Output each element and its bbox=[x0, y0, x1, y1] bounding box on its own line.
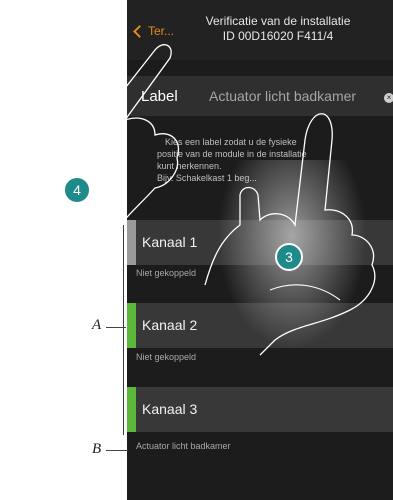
channel-status: Actuator licht badkamer bbox=[136, 441, 231, 451]
step-badge-4: 4 bbox=[63, 176, 91, 204]
callout-a-leader bbox=[106, 327, 126, 328]
channel-name: Kanaal 3 bbox=[142, 401, 198, 417]
pointing-hand-icon bbox=[9, 44, 180, 251]
channel-row-3[interactable]: Kanaal 3 bbox=[127, 387, 393, 432]
title-line-1: Verificatie van de installatie bbox=[205, 14, 351, 28]
page-title: Verificatie van de installatie ID 00D160… bbox=[167, 14, 389, 44]
step-badge-3: 3 bbox=[275, 243, 303, 271]
channel-status-bar bbox=[127, 387, 136, 432]
callout-a: A bbox=[92, 317, 102, 333]
callout-b-leader bbox=[106, 450, 128, 451]
callout-b: B bbox=[92, 441, 102, 457]
title-line-2: ID 00D16020 F411/4 bbox=[222, 29, 334, 43]
channel-status-bar bbox=[127, 303, 136, 348]
channel-status: Niet gekoppeld bbox=[136, 352, 197, 362]
pointing-hand-icon bbox=[204, 113, 376, 356]
channel-name: Kanaal 2 bbox=[142, 317, 198, 333]
